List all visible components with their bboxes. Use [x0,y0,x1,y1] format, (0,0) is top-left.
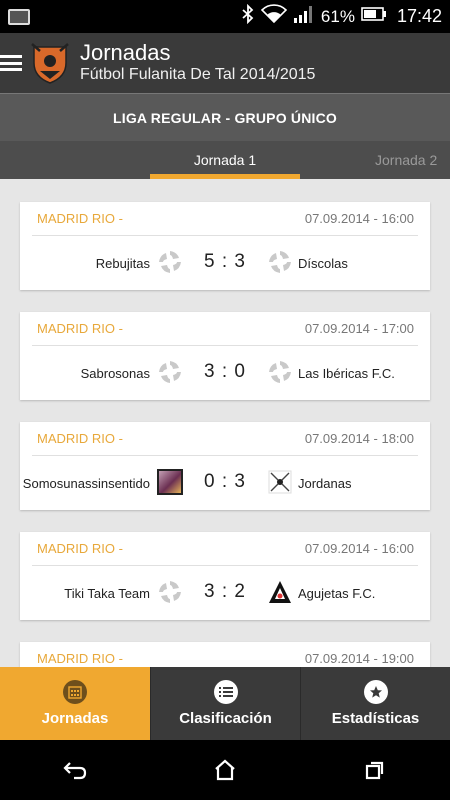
status-bar: 61% 17:42 [0,0,450,33]
back-icon[interactable] [55,750,95,790]
home-team-name: Rebujitas [95,256,150,271]
match-datetime: 07.09.2014 - 17:00 [304,321,414,336]
match-card[interactable]: MADRID RIO - 07.09.2014 - 18:00 Somosuna… [20,422,430,510]
app-bar: Jornadas Fútbol Fulanita De Tal 2014/201… [0,33,450,93]
home-team-name: Somosunassinsentido [22,476,150,491]
app-title: Jornadas [80,40,171,65]
bottom-navigation: Jornadas Clasificación Estadísticas [0,667,450,740]
recent-apps-icon[interactable] [355,750,395,790]
away-team-name: Agujetas F.C. [298,586,376,601]
team-crest-icon [267,469,293,495]
wifi-icon [260,4,288,29]
match-card[interactable]: MADRID RIO - 07.09.2014 - 17:00 Sabroson… [20,312,430,400]
away-team-name: Díscolas [298,256,348,271]
calendar-icon [63,680,87,704]
tab-jornada-1[interactable]: Jornada 1 [150,141,300,179]
match-card[interactable]: MADRID RIO - 07.09.2014 - 19:00 [20,642,430,667]
match-score: 5 : 3 [204,251,246,272]
app-subtitle: Fútbol Fulanita De Tal 2014/2015 [80,66,316,83]
tab-jornada-2[interactable]: Jornada 2 [340,141,450,179]
match-datetime: 07.09.2014 - 16:00 [304,541,414,556]
match-datetime: 07.09.2014 - 18:00 [304,431,414,446]
nav-clasificacion[interactable]: Clasificación [150,667,300,740]
bluetooth-icon [241,3,255,29]
team-photo-icon [157,469,183,495]
match-venue: MADRID RIO - [37,541,123,556]
match-venue: MADRID RIO - [37,321,123,336]
away-team-name: Jordanas [298,476,352,491]
signal-icon [293,5,315,28]
system-navigation-bar [0,740,450,800]
nav-label: Estadísticas [331,710,420,727]
battery-percent: 61% [320,6,355,26]
round-tabs: Jornada 1 Jornada 2 [0,141,450,179]
list-icon [213,680,238,704]
team-placeholder-icon [157,359,183,385]
nav-label: Jornadas [41,710,109,727]
nav-jornadas[interactable]: Jornadas [0,667,150,740]
battery-icon [361,6,387,27]
match-score: 0 : 3 [204,471,246,492]
home-team-name: Tiki Taka Team [64,586,150,601]
home-team-name: Sabrosonas [80,366,150,381]
match-list[interactable]: MADRID RIO - 07.09.2014 - 16:00 Rebujita… [0,179,450,667]
team-placeholder-icon [157,579,183,605]
team-placeholder-icon [267,359,293,385]
match-card[interactable]: MADRID RIO - 07.09.2014 - 16:00 Tiki Tak… [20,532,430,620]
star-icon [363,680,388,704]
match-datetime: 07.09.2014 - 19:00 [304,651,414,666]
group-header: LIGA REGULAR - GRUPO ÚNICO [0,93,450,141]
team-crest-icon [267,579,293,605]
team-placeholder-icon [157,249,183,275]
match-datetime: 07.09.2014 - 16:00 [304,211,414,226]
nav-label: Clasificación [179,710,272,727]
match-venue: MADRID RIO - [37,651,123,666]
menu-icon[interactable] [0,52,22,74]
home-icon[interactable] [205,750,245,790]
match-venue: MADRID RIO - [37,431,123,446]
match-score: 3 : 0 [204,361,246,382]
club-logo [30,41,70,85]
away-team-name: Las Ibéricas F.C. [298,366,395,381]
match-venue: MADRID RIO - [37,211,123,226]
team-placeholder-icon [267,249,293,275]
match-score: 3 : 2 [204,581,246,602]
clock: 17:42 [396,6,442,26]
screenshot-notification-icon [8,8,30,25]
match-card[interactable]: MADRID RIO - 07.09.2014 - 16:00 Rebujita… [20,202,430,290]
nav-estadisticas[interactable]: Estadísticas [300,667,450,740]
